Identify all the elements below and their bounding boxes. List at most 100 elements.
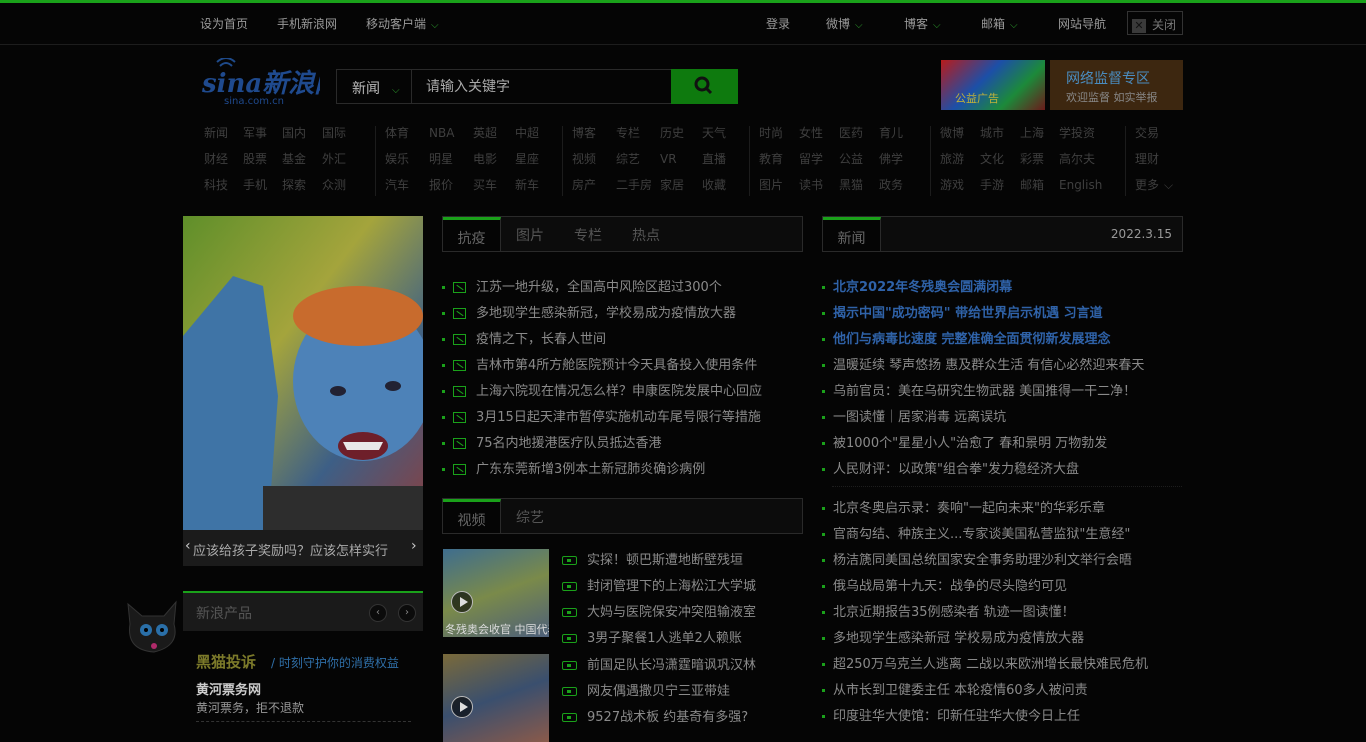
nav-link[interactable]: 理财 [1135, 150, 1159, 167]
nav-link[interactable]: 女性 [799, 124, 839, 141]
nav-link[interactable]: 上海 [1020, 124, 1059, 141]
nav-link[interactable]: 直播 [702, 150, 726, 167]
tab-columns[interactable]: 专栏 [559, 217, 617, 251]
nav-link[interactable]: 股票 [243, 150, 282, 167]
weibo-dropdown[interactable]: 微博 ⌵ [826, 15, 863, 32]
search-category-select[interactable]: 新闻 ⌵ [337, 70, 412, 103]
nav-link[interactable]: 高尔夫 [1059, 150, 1095, 167]
mobile-client-dropdown[interactable]: 移动客户端 ⌵ [366, 15, 439, 32]
nav-link[interactable]: 英超 [473, 124, 515, 141]
nav-link[interactable]: 二手房 [616, 176, 660, 193]
list-item[interactable]: 揭示中国"成功密码" 带给世界启示机遇 习言道 [822, 302, 1103, 322]
list-item[interactable]: 人民财评：以政策"组合拳"发力稳经济大盘 [822, 458, 1079, 478]
nav-link[interactable]: 众测 [322, 176, 346, 193]
nav-link[interactable]: 彩票 [1020, 150, 1059, 167]
nav-link[interactable]: 医药 [839, 124, 879, 141]
login-link[interactable]: 登录 [766, 15, 790, 32]
list-item[interactable]: 一图读懂｜居家消毒 远离误坑 [822, 406, 1006, 426]
list-item[interactable]: 北京2022年冬残奥会圆满闭幕 [822, 276, 1012, 296]
list-item[interactable]: 3男子聚餐1人逃单2人赖账 [562, 627, 742, 647]
list-item[interactable]: 被1000个"星星小人"治愈了 春和景明 万物勃发 [822, 432, 1107, 452]
nav-link[interactable]: 探索 [282, 176, 322, 193]
list-item[interactable]: 9527战术板 约基奇有多强? [562, 706, 748, 726]
list-item[interactable]: 印度驻华大使馆：印新任驻华大使今日上任 [822, 705, 1080, 725]
nav-link[interactable]: 教育 [759, 150, 799, 167]
nav-link[interactable]: 育儿 [879, 124, 903, 141]
nav-link[interactable]: English [1059, 178, 1102, 192]
nav-link[interactable]: 中超 [515, 124, 539, 141]
nav-link[interactable]: 体育 [385, 124, 429, 141]
public-service-ad[interactable]: 公益广告 [941, 60, 1045, 110]
nav-link[interactable]: 报价 [429, 176, 473, 193]
nav-link[interactable]: 文化 [980, 150, 1020, 167]
nav-link[interactable]: 国际 [322, 124, 346, 141]
tab-antiepidemic[interactable]: 抗疫 [443, 217, 501, 251]
nav-link[interactable]: 收藏 [702, 176, 726, 193]
video-thumbnail[interactable] [443, 654, 549, 742]
nav-link[interactable]: 财经 [204, 150, 243, 167]
nav-link[interactable]: 科技 [204, 176, 243, 193]
nav-link[interactable]: 佛学 [879, 150, 903, 167]
nav-link[interactable]: 汽车 [385, 176, 429, 193]
list-item[interactable]: 北京冬奥启示录：奏响"一起向未来"的华彩乐章 [822, 497, 1105, 517]
list-item[interactable]: 杨洁篪同美国总统国家安全事务助理沙利文举行会晤 [822, 549, 1132, 569]
nav-link[interactable]: 电影 [473, 150, 515, 167]
slider-caption[interactable]: ‹ 应该给孩子奖励吗？应该怎样实行 › [183, 530, 423, 566]
list-item[interactable]: 前国足队长冯潇霆暗讽巩汉林 [562, 654, 756, 674]
list-item[interactable]: 多地现学生感染新冠 学校易成为疫情放大器 [822, 627, 1084, 647]
nav-link[interactable]: 邮箱 [1020, 176, 1059, 193]
tab-hot[interactable]: 热点 [617, 217, 675, 251]
nav-link[interactable]: 读书 [799, 176, 839, 193]
nav-link[interactable]: 房产 [572, 176, 616, 193]
nav-link[interactable]: 微博 [940, 124, 980, 141]
nav-link[interactable]: 视频 [572, 150, 616, 167]
nav-link[interactable]: 政务 [879, 176, 903, 193]
video-thumbnail[interactable]: 冬残奥会收官 中国代表团名列第一 [443, 549, 549, 637]
tab-pictures[interactable]: 图片 [501, 217, 559, 251]
tab-variety[interactable]: 综艺 [501, 499, 559, 533]
nav-link[interactable]: 天气 [702, 124, 726, 141]
nav-link[interactable]: 历史 [660, 124, 702, 141]
blog-dropdown[interactable]: 博客 ⌵ [904, 15, 941, 32]
nav-link[interactable]: 游戏 [940, 176, 980, 193]
list-item[interactable]: 75名内地援港医疗队员抵达香港 [442, 432, 662, 452]
list-item[interactable]: 江苏一地升级，全国高中风险区超过300个 [442, 276, 722, 296]
set-homepage-link[interactable]: 设为首页 [200, 15, 248, 32]
nav-link[interactable]: 基金 [282, 150, 322, 167]
search-button[interactable] [671, 69, 738, 104]
nav-link[interactable]: 手游 [980, 176, 1020, 193]
list-item[interactable]: 3月15日起天津市暂停实施机动车尾号限行等措施 [442, 406, 761, 426]
list-item[interactable]: 从市长到卫健委主任 本轮疫情60多人被问责 [822, 679, 1088, 699]
nav-link[interactable]: 城市 [980, 124, 1020, 141]
tab-news[interactable]: 新闻 [823, 217, 881, 251]
list-item[interactable]: 超250万乌克兰人逃离 二战以来欧洲增长最快难民危机 [822, 653, 1148, 673]
nav-link[interactable]: 买车 [473, 176, 515, 193]
nav-link[interactable]: 家居 [660, 176, 702, 193]
nav-link[interactable]: 专栏 [616, 124, 660, 141]
nav-link[interactable]: 博客 [572, 124, 616, 141]
list-item[interactable]: 大妈与医院保安冲突阻输液室 [562, 601, 756, 621]
nav-link[interactable]: 公益 [839, 150, 879, 167]
list-item[interactable]: 疫情之下，长春人世间 [442, 328, 606, 348]
site-nav-link[interactable]: 网站导航 [1058, 15, 1106, 32]
product-item-title[interactable]: 黄河票务网 [196, 679, 261, 698]
nav-link[interactable]: 旅游 [940, 150, 980, 167]
list-item[interactable]: 实探！顿巴斯遭地断壁残垣 [562, 549, 743, 569]
nav-link[interactable]: 娱乐 [385, 150, 429, 167]
chevron-right-icon[interactable]: › [398, 604, 416, 622]
nav-link[interactable]: 新闻 [204, 124, 243, 141]
close-button[interactable]: ✕ 关闭 [1127, 11, 1183, 35]
network-supervision-ad[interactable]: 网络监督专区 欢迎监督 如实举报 [1050, 60, 1183, 110]
list-item[interactable]: 广东东莞新增3例本土新冠肺炎确诊病例 [442, 458, 705, 478]
nav-link[interactable]: 综艺 [616, 150, 660, 167]
nav-link[interactable]: 明星 [429, 150, 473, 167]
search-input[interactable] [413, 70, 671, 103]
mail-dropdown[interactable]: 邮箱 ⌵ [981, 15, 1018, 32]
list-item[interactable]: 他们与病毒比速度 完整准确全面贯彻新发展理念 [822, 328, 1111, 348]
list-item[interactable]: 封闭管理下的上海松江大学城 [562, 575, 756, 595]
list-item[interactable]: 北京近期报告35例感染者 轨迹一图读懂！ [822, 601, 1075, 621]
nav-link[interactable]: 学投资 [1059, 124, 1095, 141]
nav-link[interactable]: 时尚 [759, 124, 799, 141]
nav-link[interactable]: 黑猫 [839, 176, 879, 193]
chevron-left-icon[interactable]: ‹ [185, 538, 191, 554]
